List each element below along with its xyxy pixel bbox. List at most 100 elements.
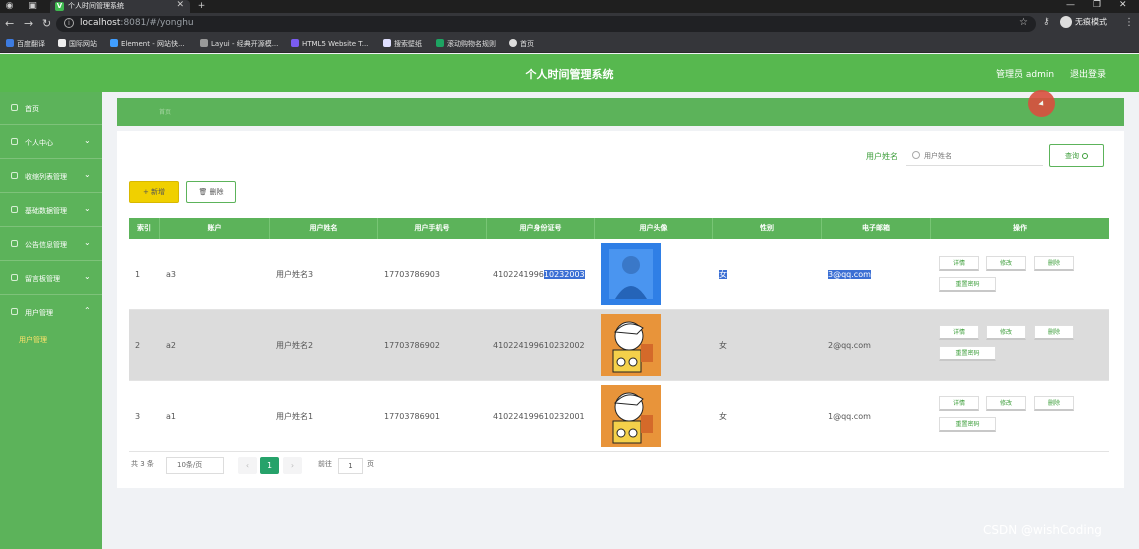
home-icon (11, 104, 18, 111)
cursor-icon (1038, 100, 1046, 108)
sidebar-item-label: 公告信息管理 (25, 241, 67, 249)
sidebar-item-list[interactable]: 收缩列表管理 ⌄ (0, 160, 102, 193)
back-icon[interactable]: ← (5, 17, 14, 30)
column-header: 电子邮箱 (822, 218, 931, 239)
column-header: 性别 (713, 218, 822, 239)
edit-button[interactable]: 修改 (986, 325, 1026, 340)
watermark: CSDN @wishCoding (983, 523, 1102, 537)
cell-name: 用户姓名3 (276, 270, 314, 279)
avatar (601, 243, 661, 305)
chevron-down-icon: ⌄ (84, 238, 91, 247)
bookmark-item[interactable]: 首页 (509, 39, 534, 49)
column-header: 用户头像 (595, 218, 713, 239)
key-icon[interactable]: ⚷ (1043, 17, 1050, 27)
sidebar-item-label: 个人中心 (25, 139, 53, 147)
cell-phone: 17703786901 (384, 412, 440, 421)
delete-button[interactable]: 🗑︎ 删除 (186, 181, 236, 203)
detail-button[interactable]: 详情 (939, 396, 979, 411)
sidebar: 首页 个人中心 ⌄ 收缩列表管理 ⌄ 基础数据管理 ⌄ 公告信息管理 ⌄ 留言板… (0, 92, 102, 549)
prev-page-button[interactable]: ‹ (238, 457, 257, 474)
user-icon (11, 138, 18, 145)
reset-password-button[interactable]: 重置密码 (939, 417, 996, 432)
bookmark-item[interactable]: 搜索壁纸 (383, 39, 422, 49)
search-icon (1082, 152, 1088, 159)
goto-label: 前往 (318, 460, 332, 468)
avatar (601, 385, 661, 447)
bookmark-item[interactable]: HTML5 Website T... (291, 39, 368, 48)
bookmark-item[interactable]: Layui - 经典开源模... (200, 39, 278, 49)
breadcrumb: 首页 (117, 98, 1124, 126)
address-bar: ← → ↻ i localhost:8081/#/yonghu ☆ ⚷ 无痕模式… (0, 13, 1139, 35)
browser-tab[interactable]: V 个人时间管理系统 ✕ (50, 0, 190, 13)
column-header: 用户身份证号 (487, 218, 595, 239)
restore-icon[interactable]: ❐ (1093, 0, 1101, 10)
detail-button[interactable]: 详情 (939, 325, 979, 340)
app-title: 个人时间管理系统 (525, 68, 614, 81)
chevron-down-icon: ⌄ (84, 136, 91, 145)
page-size-select[interactable]: 10条/页 (166, 457, 224, 474)
cell-account: a3 (166, 270, 176, 279)
goto-page-input[interactable]: 1 (338, 458, 363, 474)
cell-phone: 17703786903 (384, 270, 440, 279)
bookmark-item[interactable]: 百度翻译 (6, 39, 45, 49)
bookmark-item[interactable]: 国际网站 (58, 39, 97, 49)
row-delete-button[interactable]: 删除 (1034, 256, 1074, 271)
browser-more-icon[interactable]: ⋮ (1124, 17, 1134, 28)
sidebar-subitem-user-management[interactable]: 用户管理 (0, 328, 102, 352)
sidebar-item-home[interactable]: 首页 (0, 92, 102, 125)
search-button[interactable]: 查询 (1049, 144, 1104, 167)
browser-menu-icon[interactable]: ◉ (4, 1, 15, 12)
cell-idcard: 410224199610232001 (493, 412, 585, 421)
notice-icon (11, 240, 18, 247)
window-close-icon[interactable]: ✕ (1119, 0, 1127, 10)
cell-phone: 17703786902 (384, 341, 440, 350)
new-tab-icon[interactable]: + (196, 1, 207, 12)
site-info-icon[interactable]: i (64, 18, 74, 28)
add-button[interactable]: + 新增 (129, 181, 179, 203)
page-size-value: 10条/页 (177, 461, 203, 469)
sidebar-item-basic-data[interactable]: 基础数据管理 ⌄ (0, 194, 102, 227)
search-input[interactable] (906, 146, 1043, 166)
column-header: 用户手机号 (378, 218, 487, 239)
detail-button[interactable]: 详情 (939, 256, 979, 271)
row-delete-button[interactable]: 删除 (1034, 396, 1074, 411)
incognito-icon (1060, 16, 1072, 28)
reset-password-button[interactable]: 重置密码 (939, 277, 996, 292)
row-delete-button[interactable]: 删除 (1034, 325, 1074, 340)
incognito-indicator[interactable]: 无痕模式 (1060, 16, 1107, 28)
avatar (601, 314, 661, 376)
trash-icon: 🗑︎ (198, 188, 210, 196)
sidebar-item-notice[interactable]: 公告信息管理 ⌄ (0, 228, 102, 261)
sidebar-item-profile[interactable]: 个人中心 ⌄ (0, 126, 102, 159)
cell-email: 2@qq.com (828, 341, 871, 350)
chevron-up-icon: ⌃ (84, 306, 91, 315)
mouse-cursor-highlight (1028, 90, 1055, 117)
bookmark-item[interactable]: 滚动购物名规则 (436, 39, 496, 49)
edit-button[interactable]: 修改 (986, 256, 1026, 271)
cell-email: 1@qq.com (828, 412, 871, 421)
next-page-button[interactable]: › (283, 457, 302, 474)
sidebar-item-message[interactable]: 留言板管理 ⌄ (0, 262, 102, 295)
cell-index: 3 (135, 412, 141, 421)
url-field[interactable]: i localhost:8081/#/yonghu ☆ (56, 16, 1036, 32)
logout-link[interactable]: 退出登录 (1070, 67, 1106, 80)
cell-gender: 女 (719, 412, 727, 421)
reset-password-button[interactable]: 重置密码 (939, 346, 996, 361)
table-row: 1 a3 用户姓名3 17703786903 41022419961023200… (129, 239, 1109, 310)
table-row: 3 a1 用户姓名1 17703786901 41022419961023200… (129, 381, 1109, 452)
forward-icon[interactable]: → (24, 17, 33, 30)
close-tab-icon[interactable]: ✕ (176, 0, 184, 10)
extension-icon[interactable]: ▣ (27, 1, 38, 12)
bookmark-item[interactable]: Element - 网站快... (110, 39, 185, 49)
cell-index: 2 (135, 341, 141, 350)
reload-icon[interactable]: ↻ (42, 17, 51, 30)
page-number-button[interactable]: 1 (260, 457, 279, 474)
breadcrumb-home[interactable]: 首页 (159, 107, 171, 116)
minimize-icon[interactable]: — (1066, 0, 1075, 10)
sidebar-subitem-label: 用户管理 (19, 336, 47, 344)
bookmark-star-icon[interactable]: ☆ (1019, 17, 1028, 28)
sidebar-item-users[interactable]: 用户管理 ⌃ (0, 296, 102, 329)
sidebar-item-label: 首页 (25, 105, 39, 113)
chevron-down-icon: ⌄ (84, 204, 91, 213)
edit-button[interactable]: 修改 (986, 396, 1026, 411)
